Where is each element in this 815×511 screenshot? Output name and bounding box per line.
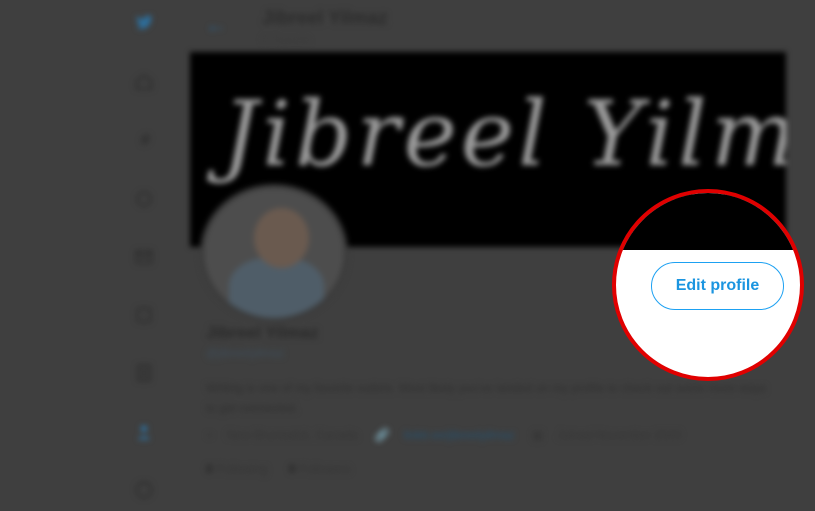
link-icon: 🔗 — [374, 428, 390, 442]
profile-handle: @jibreelyilmaz — [206, 346, 285, 360]
calendar-icon: ▦ — [531, 428, 544, 442]
avatar-face — [254, 208, 309, 268]
banner-edge — [616, 193, 800, 250]
twitter-logo-icon[interactable] — [134, 12, 154, 32]
profile-name: Jibreel Yilmaz — [206, 323, 319, 342]
edit-profile-button[interactable]: Edit profile — [651, 262, 784, 310]
more-icon[interactable] — [134, 480, 154, 500]
location-icon: ⌖ — [206, 428, 213, 442]
followers-count: 0 — [288, 462, 296, 476]
followers-link[interactable]: Followers — [299, 462, 350, 476]
sidebar: # — [128, 0, 162, 511]
home-icon[interactable] — [134, 72, 154, 92]
bookmarks-icon[interactable] — [134, 305, 154, 325]
highlight-circle: Edit profile — [612, 189, 804, 381]
notifications-icon[interactable] — [134, 189, 154, 209]
svg-text:#: # — [139, 131, 152, 149]
profile-icon[interactable] — [134, 422, 154, 442]
banner-signature: Jibreel Yilmaz — [222, 82, 786, 187]
messages-icon[interactable] — [134, 247, 154, 267]
profile-location: New Brunswick, Canada — [226, 428, 358, 442]
profile-website-link[interactable]: linktr.ee/jibreelyilmaz — [404, 428, 515, 442]
lists-icon[interactable] — [134, 363, 154, 383]
profile-meta: ⌖ New Brunswick, Canada 🔗 linktr.ee/jibree… — [206, 428, 695, 443]
following-count: 0 — [206, 462, 213, 476]
follow-stats: 0 Following 0 Followers — [206, 462, 369, 476]
explore-icon[interactable]: # — [134, 130, 154, 150]
avatar[interactable] — [200, 184, 348, 322]
profile-bio: Writing is one of my favorite outlets. M… — [206, 381, 767, 415]
tweet-count: 0 Tweets — [262, 33, 310, 47]
profile-joined: Joined November 2020 — [557, 428, 682, 442]
following-link[interactable]: Following — [217, 462, 268, 476]
header-title: Jibreel Yilmaz — [262, 8, 388, 29]
back-arrow-icon[interactable]: ← — [205, 12, 227, 38]
